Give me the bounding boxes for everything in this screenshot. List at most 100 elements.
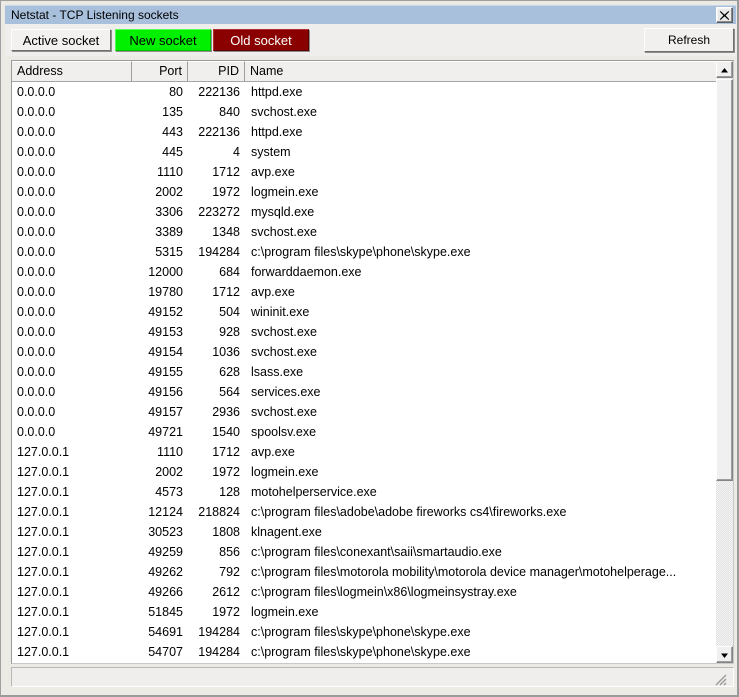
toolbar: Active socket New socket Old socket Refr… <box>5 24 736 56</box>
cell-pid: 564 <box>219 385 240 399</box>
cell-name: svchost.exe <box>251 325 318 339</box>
cell-address: 0.0.0.0 <box>17 205 56 219</box>
cell-address: 0.0.0.0 <box>17 265 56 279</box>
cell-port: 4573 <box>155 485 183 499</box>
cell-address: 0.0.0.0 <box>17 185 56 199</box>
table-row[interactable]: 127.0.0.1 51845 1972 logmein.exe <box>12 602 717 622</box>
triangle-up-icon <box>720 61 729 79</box>
table-row[interactable]: 0.0.0.0 80 222136 httpd.exe <box>12 82 717 102</box>
cell-address: 127.0.0.1 <box>17 465 70 479</box>
scroll-up-button[interactable] <box>716 61 733 78</box>
cell-address: 0.0.0.0 <box>17 105 56 119</box>
triangle-down-icon <box>720 646 729 664</box>
table-row[interactable]: 0.0.0.0 135 840 svchost.exe <box>12 102 717 122</box>
scrollbar-thumb[interactable] <box>716 79 733 481</box>
active-socket-button[interactable]: Active socket <box>11 29 111 51</box>
cell-address: 0.0.0.0 <box>17 405 56 419</box>
scroll-down-button[interactable] <box>716 646 733 663</box>
cell-pid: 1712 <box>212 445 240 459</box>
cell-port: 3306 <box>155 205 183 219</box>
table-row[interactable]: 0.0.0.0 5315 194284 c:\program files\skype\… <box>12 242 717 262</box>
new-socket-button[interactable]: New socket <box>115 29 211 51</box>
table-row[interactable]: 0.0.0.0 49156 564 services.exe <box>12 382 717 402</box>
table-row[interactable]: 0.0.0.0 1110 1712 avp.exe <box>12 162 717 182</box>
table-row[interactable]: 0.0.0.0 19780 1712 avp.exe <box>12 282 717 302</box>
cell-name: klnagent.exe <box>251 525 322 539</box>
table-row[interactable]: 0.0.0.0 3306 223272 mysqld.exe <box>12 202 717 222</box>
cell-port: 2002 <box>155 185 183 199</box>
vertical-scrollbar[interactable] <box>716 61 733 663</box>
window-titlebar: Netstat - TCP Listening sockets <box>5 5 736 24</box>
column-header-address[interactable]: Address <box>12 61 132 81</box>
cell-pid: 928 <box>219 325 240 339</box>
cell-pid: 840 <box>219 105 240 119</box>
cell-pid: 1712 <box>212 165 240 179</box>
cell-name: svchost.exe <box>251 405 318 419</box>
cell-port: 49154 <box>148 345 183 359</box>
cell-pid: 194284 <box>198 645 240 659</box>
cell-address: 127.0.0.1 <box>17 565 70 579</box>
table-row[interactable]: 0.0.0.0 2002 1972 logmein.exe <box>12 182 717 202</box>
cell-pid: 792 <box>219 565 240 579</box>
refresh-button[interactable]: Refresh <box>644 28 734 52</box>
column-header-pid[interactable]: PID <box>188 61 245 81</box>
cell-pid: 684 <box>219 265 240 279</box>
table-body: 0.0.0.0 80 222136 httpd.exe 0.0.0.0 135 840 svc… <box>12 82 717 663</box>
cell-pid: 222136 <box>198 125 240 139</box>
cell-pid: 1712 <box>212 285 240 299</box>
cell-name: lsass.exe <box>251 365 304 379</box>
cell-name: c:\program files\motorola mobility\motor… <box>251 565 677 579</box>
cell-address: 0.0.0.0 <box>17 125 56 139</box>
cell-name: services.exe <box>251 385 321 399</box>
table-row[interactable]: 0.0.0.0 49721 1540 spoolsv.exe <box>12 422 717 442</box>
cell-name: logmein.exe <box>251 185 319 199</box>
cell-pid: 1972 <box>212 185 240 199</box>
cell-address: 0.0.0.0 <box>17 285 56 299</box>
table-row[interactable]: 127.0.0.1 4573 128 motohelperservice.exe <box>12 482 717 502</box>
close-button[interactable] <box>716 7 733 23</box>
cell-port: 49259 <box>148 545 183 559</box>
cell-address: 0.0.0.0 <box>17 425 56 439</box>
table-row[interactable]: 0.0.0.0 445 4 system <box>12 142 717 162</box>
cell-port: 49721 <box>148 425 183 439</box>
table-row[interactable]: 127.0.0.1 30523 1808 klnagent.exe <box>12 522 717 542</box>
table-row[interactable]: 0.0.0.0 3389 1348 svchost.exe <box>12 222 717 242</box>
cell-address: 0.0.0.0 <box>17 325 56 339</box>
table-row[interactable]: 0.0.0.0 49157 2936 svchost.exe <box>12 402 717 422</box>
cell-address: 0.0.0.0 <box>17 385 56 399</box>
table-row[interactable]: 127.0.0.1 54691 194284 c:\program files\sky… <box>12 622 717 642</box>
cell-address: 127.0.0.1 <box>17 525 70 539</box>
cell-pid: 628 <box>219 365 240 379</box>
table-row[interactable]: 127.0.0.1 49259 856 c:\program files\conexa… <box>12 542 717 562</box>
table-row[interactable]: 127.0.0.1 12124 218824 c:\program files\ado… <box>12 502 717 522</box>
cell-address: 127.0.0.1 <box>17 645 70 659</box>
cell-name: avp.exe <box>251 165 295 179</box>
cell-address: 0.0.0.0 <box>17 145 56 159</box>
table-row[interactable]: 127.0.0.1 1110 1712 avp.exe <box>12 442 717 462</box>
cell-pid: 1972 <box>212 605 240 619</box>
old-socket-button[interactable]: Old socket <box>213 29 309 51</box>
table-row[interactable]: 0.0.0.0 49155 628 lsass.exe <box>12 362 717 382</box>
cell-name: c:\program files\skype\phone\skype.exe <box>251 645 471 659</box>
table-row[interactable]: 0.0.0.0 12000 684 forwarddaemon.exe <box>12 262 717 282</box>
close-icon <box>719 10 730 21</box>
cell-name: mysqld.exe <box>251 205 315 219</box>
cell-port: 49262 <box>148 565 183 579</box>
cell-name: logmein.exe <box>251 465 319 479</box>
table-row[interactable]: 127.0.0.1 54707 194284 c:\program files\sky… <box>12 642 717 662</box>
table-row[interactable]: 0.0.0.0 49152 504 wininit.exe <box>12 302 717 322</box>
resize-grip[interactable] <box>713 672 727 686</box>
table-row[interactable]: 127.0.0.1 49262 792 c:\program files\motoro… <box>12 562 717 582</box>
column-header-port[interactable]: Port <box>132 61 188 81</box>
table-row[interactable]: 0.0.0.0 443 222136 httpd.exe <box>12 122 717 142</box>
column-header-name[interactable]: Name <box>245 61 717 81</box>
table-row[interactable]: 127.0.0.1 2002 1972 logmein.exe <box>12 462 717 482</box>
cell-port: 12000 <box>148 265 183 279</box>
table-row[interactable]: 0.0.0.0 49153 928 svchost.exe <box>12 322 717 342</box>
cell-address: 127.0.0.1 <box>17 485 70 499</box>
cell-pid: 218824 <box>198 505 240 519</box>
table-row[interactable]: 127.0.0.1 49266 2612 c:\program files\logme… <box>12 582 717 602</box>
table-row[interactable]: 0.0.0.0 49154 1036 svchost.exe <box>12 342 717 362</box>
cell-pid: 194284 <box>198 245 240 259</box>
cell-port: 80 <box>169 85 183 99</box>
